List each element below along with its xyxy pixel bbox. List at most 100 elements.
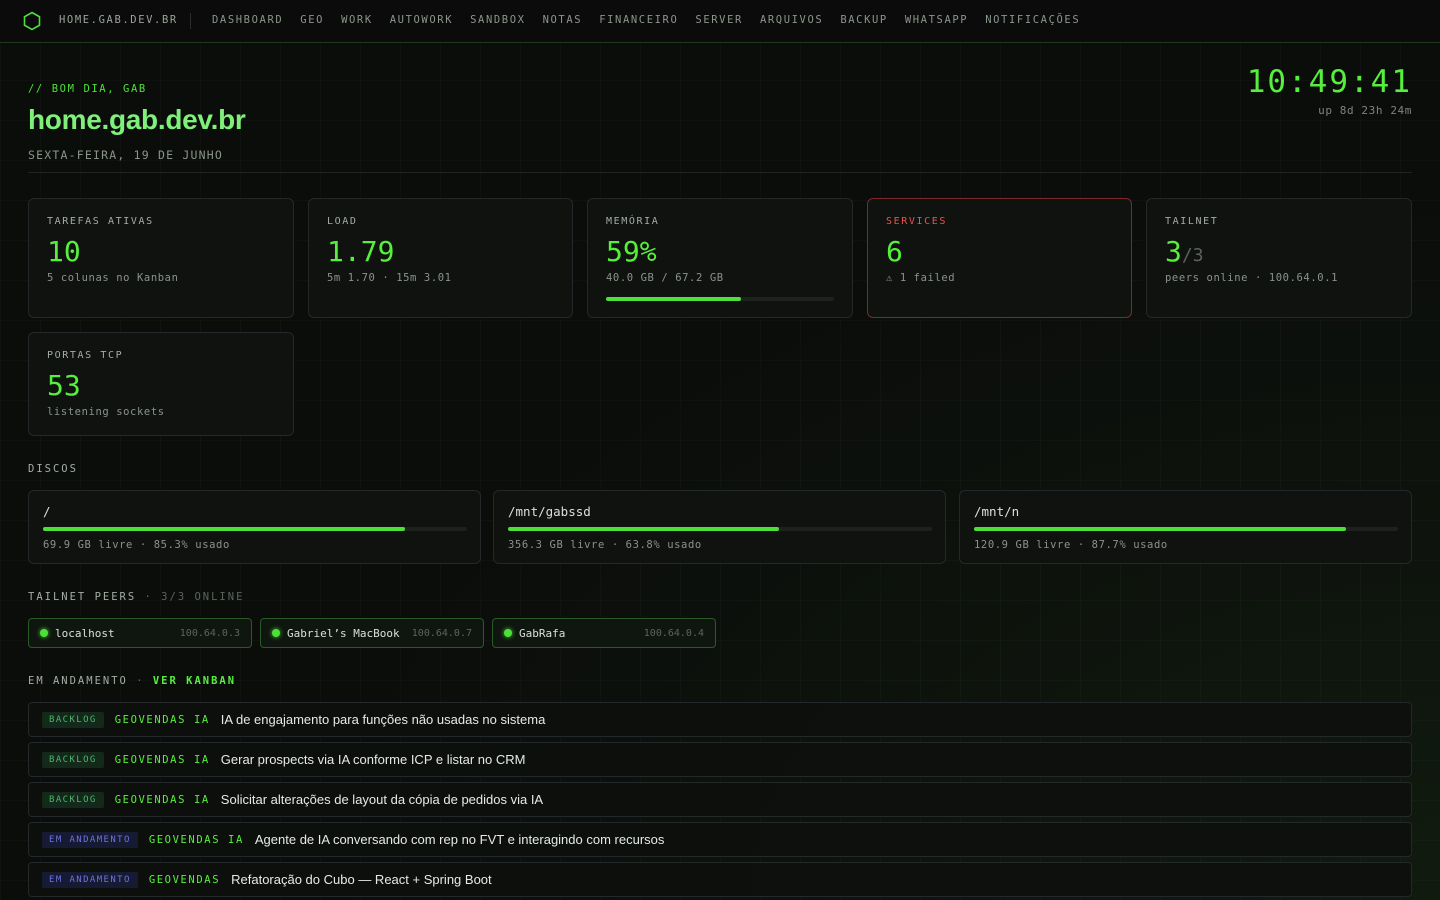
peers-heading-separator: · (144, 591, 153, 603)
disk-card[interactable]: /mnt/gabssd 356.3 GB livre · 63.8% usado (493, 490, 946, 564)
disk-info: 356.3 GB livre · 63.8% usado (508, 539, 702, 551)
nav-item-geo[interactable]: GEO (300, 14, 324, 26)
status-badge: BACKLOG (42, 751, 104, 768)
disk-usage-fill (43, 527, 405, 531)
header-divider (28, 172, 1412, 173)
nav-item-financeiro[interactable]: FINANCEIRO (599, 14, 678, 26)
greeting: // BOM DIA, GAB (28, 83, 147, 95)
stat-value-number: 3 (1165, 235, 1182, 268)
section-label-tasks: EM ANDAMENTO · VER KANBAN (28, 675, 236, 687)
task-row[interactable]: EM ANDAMENTO GEOVENDAS IA Agente de IA c… (28, 822, 1412, 857)
task-project: GEOVENDAS IA (114, 793, 210, 806)
disk-mount: /mnt/gabssd (508, 504, 591, 519)
stat-card-memory[interactable]: MEMÓRIA 59% 40.0 GB / 67.2 GB (587, 198, 853, 318)
stat-sub: 5m 1.70 · 15m 3.01 (327, 272, 452, 284)
stat-card-tailnet[interactable]: TAILNET 3/3 peers online · 100.64.0.1 (1146, 198, 1412, 318)
nav-item-whatsapp[interactable]: WHATSAPP (905, 14, 968, 26)
stat-value: 6 (886, 235, 903, 268)
task-title: Solicitar alterações de layout da cópia … (220, 792, 544, 807)
tasks-heading: EM ANDAMENTO (28, 675, 128, 687)
stat-label: SERVICES (886, 216, 947, 227)
stat-sub: peers online · 100.64.0.1 (1165, 272, 1339, 284)
stat-card-tasks[interactable]: TAREFAS ATIVAS 10 5 colunas no Kanban (28, 198, 294, 318)
task-title: IA de engajamento para funções não usada… (220, 712, 546, 727)
status-badge: BACKLOG (42, 711, 104, 728)
task-row[interactable]: BACKLOG GEOVENDAS IA IA de engajamento p… (28, 702, 1412, 737)
tasks-heading-separator: · (136, 675, 145, 687)
peer-name: Gabriel’s MacBook (287, 627, 400, 640)
disk-card[interactable]: /mnt/n 120.9 GB livre · 87.7% usado (959, 490, 1412, 564)
task-project: GEOVENDAS (148, 873, 221, 886)
stat-value-denominator: /3 (1181, 245, 1204, 266)
stat-card-ports[interactable]: PORTAS TCP 53 listening sockets (28, 332, 294, 436)
disk-info: 120.9 GB livre · 87.7% usado (974, 539, 1168, 551)
brand-link[interactable]: HOME.GAB.DEV.BR (59, 14, 178, 26)
disk-usage-bar (508, 527, 932, 531)
stat-sub: 5 colunas no Kanban (47, 272, 179, 284)
page-title: home.gab.dev.br (28, 104, 246, 135)
view-kanban-link[interactable]: VER KANBAN (153, 675, 236, 687)
stat-value: 1.79 (327, 235, 395, 268)
peer-name: localhost (55, 627, 115, 640)
peer-chip[interactable]: GabRafa 100.64.0.4 (492, 618, 716, 648)
task-title: Agente de IA conversando com rep no FVT … (254, 832, 665, 847)
section-label-peers: TAILNET PEERS · 3/3 ONLINE (28, 591, 244, 603)
stat-card-load[interactable]: LOAD 1.79 5m 1.70 · 15m 3.01 (308, 198, 573, 318)
stat-value: 10 (47, 235, 81, 268)
task-project: GEOVENDAS IA (114, 753, 210, 766)
memory-progress-fill (606, 297, 741, 301)
disk-usage-bar (43, 527, 467, 531)
disk-mount: /mnt/n (974, 504, 1020, 519)
nav-item-notas[interactable]: NOTAS (543, 14, 583, 26)
clock: 10:49:41 (1246, 64, 1412, 100)
nav-item-notificacoes[interactable]: NOTIFICAÇÕES (985, 14, 1080, 26)
stat-label: LOAD (327, 216, 358, 227)
peer-chip[interactable]: Gabriel’s MacBook 100.64.0.7 (260, 618, 484, 648)
peers-heading: TAILNET PEERS (28, 591, 137, 603)
nav-item-dashboard[interactable]: DASHBOARD (212, 14, 283, 26)
peer-name: GabRafa (519, 627, 566, 640)
section-label-disks: DISCOS (28, 463, 78, 475)
status-badge: EM ANDAMENTO (42, 871, 138, 888)
disk-mount: / (43, 504, 51, 519)
task-project: GEOVENDAS IA (114, 713, 210, 726)
disk-usage-fill (508, 527, 779, 531)
nav-item-work[interactable]: WORK (341, 14, 373, 26)
peer-ip: 100.64.0.3 (179, 628, 240, 639)
disk-card[interactable]: / 69.9 GB livre · 85.3% usado (28, 490, 481, 564)
nav-divider (190, 13, 191, 29)
task-row[interactable]: BACKLOG GEOVENDAS IA Solicitar alteraçõe… (28, 782, 1412, 817)
stat-sub: ⚠ 1 failed (886, 272, 956, 284)
online-status-dot (272, 629, 280, 637)
task-row[interactable]: EM ANDAMENTO GEOVENDAS Refatoração do Cu… (28, 862, 1412, 897)
task-title: Refatoração do Cubo — React + Spring Boo… (231, 872, 492, 887)
stat-value: 59% (606, 235, 657, 268)
uptime: up 8d 23h 24m (1318, 104, 1412, 117)
stat-card-services[interactable]: SERVICES 6 ⚠ 1 failed (867, 198, 1132, 318)
online-status-dot (40, 629, 48, 637)
status-badge: EM ANDAMENTO (42, 831, 138, 848)
nav-item-sandbox[interactable]: SANDBOX (470, 14, 525, 26)
stat-label: MEMÓRIA (606, 216, 660, 227)
status-badge: BACKLOG (42, 791, 104, 808)
disk-usage-fill (974, 527, 1346, 531)
nav-item-arquivos[interactable]: ARQUIVOS (760, 14, 823, 26)
memory-progress-bar (606, 297, 834, 301)
task-row[interactable]: BACKLOG GEOVENDAS IA Gerar prospects via… (28, 742, 1412, 777)
hexagon-icon[interactable] (23, 11, 41, 31)
peer-chip[interactable]: localhost 100.64.0.3 (28, 618, 252, 648)
stat-value: 3/3 (1165, 235, 1204, 268)
current-date: SEXTA-FEIRA, 19 DE JUNHO (28, 148, 223, 162)
stat-value: 53 (47, 369, 81, 402)
nav-item-server[interactable]: SERVER (695, 14, 743, 26)
nav-item-backup[interactable]: BACKUP (840, 14, 888, 26)
peer-ip: 100.64.0.4 (643, 628, 704, 639)
task-project: GEOVENDAS IA (148, 833, 244, 846)
disk-usage-bar (974, 527, 1398, 531)
nav-item-autowork[interactable]: AUTOWORK (390, 14, 453, 26)
stat-label: PORTAS TCP (47, 350, 124, 361)
top-nav: HOME.GAB.DEV.BR DASHBOARD GEO WORK AUTOW… (0, 0, 1440, 43)
stat-sub: 40.0 GB / 67.2 GB (606, 272, 724, 284)
disk-info: 69.9 GB livre · 85.3% usado (43, 539, 230, 551)
online-status-dot (504, 629, 512, 637)
